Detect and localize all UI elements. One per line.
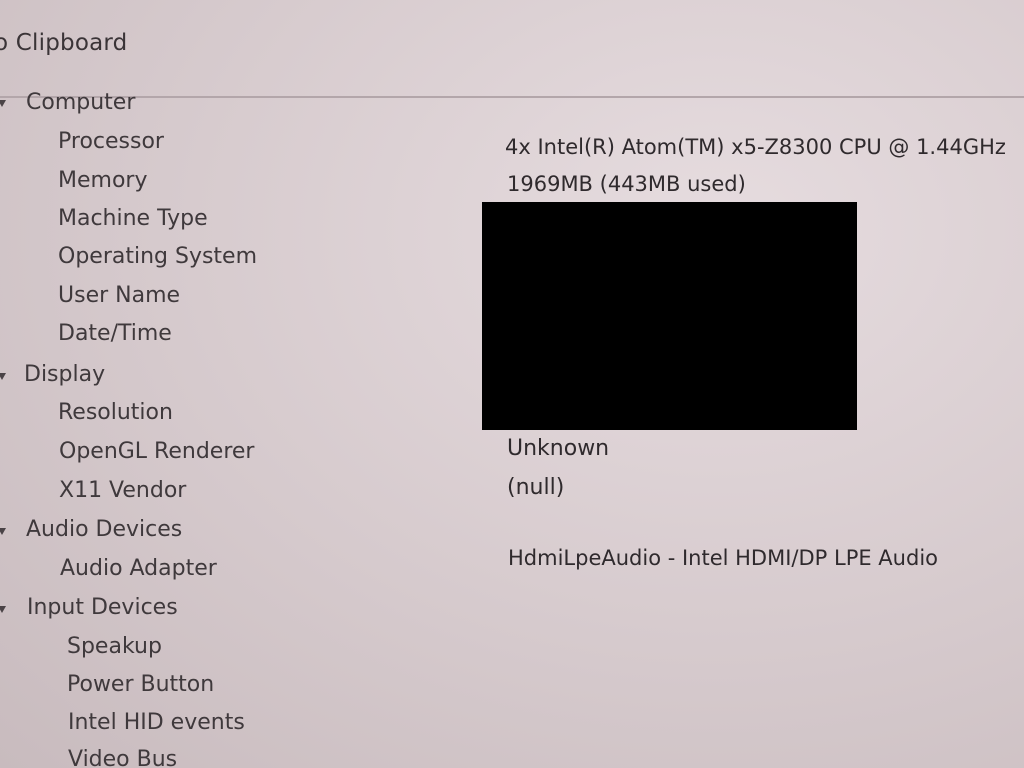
tree-row-video-bus[interactable]: Video Bus xyxy=(0,746,1024,768)
expander-triangle-icon[interactable] xyxy=(0,606,6,613)
tree-row-audio-adapter[interactable]: Audio Adapter HdmiLpeAudio - Intel HDMI/… xyxy=(0,546,1024,589)
item-label: Video Bus xyxy=(68,747,178,768)
tree-row-memory[interactable]: Memory 1969MB (443MB used) xyxy=(0,166,1024,200)
tree-row-processor[interactable]: Processor 4x Intel(R) Atom(TM) x5-Z8300 … xyxy=(0,127,1024,161)
item-label: OpenGL Renderer xyxy=(59,439,255,464)
item-label: Date/Time xyxy=(58,321,172,346)
item-value: 4x Intel(R) Atom(TM) x5-Z8300 CPU @ 1.44… xyxy=(505,135,1006,159)
item-label: Machine Type xyxy=(58,206,208,231)
expander-triangle-icon[interactable] xyxy=(0,373,6,380)
expander-triangle-icon[interactable] xyxy=(0,100,6,107)
item-value: (null) xyxy=(507,475,565,500)
tree-row-opengl-renderer[interactable]: OpenGL Renderer Unknown xyxy=(0,436,1024,472)
item-label: Processor xyxy=(58,129,164,154)
tree-row-speakup[interactable]: Speakup xyxy=(0,633,1024,667)
item-value: HdmiLpeAudio - Intel HDMI/DP LPE Audio xyxy=(508,546,938,570)
expander-triangle-icon[interactable] xyxy=(0,528,6,535)
tree-row-power-button[interactable]: Power Button xyxy=(0,671,1024,705)
category-audio-devices[interactable]: Audio Devices xyxy=(0,516,1024,550)
category-label: Display xyxy=(24,362,106,387)
tree-row-intel-hid-events[interactable]: Intel HID events xyxy=(0,709,1024,743)
item-label: Operating System xyxy=(58,244,258,269)
category-label: Audio Devices xyxy=(26,517,183,542)
item-label: Resolution xyxy=(58,400,173,425)
item-label: Power Button xyxy=(67,672,215,697)
item-label: X11 Vendor xyxy=(59,478,187,503)
redaction-box xyxy=(482,202,857,430)
category-label: Input Devices xyxy=(27,595,178,620)
item-label: Memory xyxy=(58,168,148,193)
item-value: 1969MB (443MB used) xyxy=(507,172,746,196)
item-label: Speakup xyxy=(67,634,162,659)
category-label: Computer xyxy=(26,90,136,115)
category-input-devices[interactable]: Input Devices xyxy=(0,594,1024,628)
item-label: Audio Adapter xyxy=(60,556,217,581)
item-label: Intel HID events xyxy=(68,710,245,735)
tree-row-x11-vendor[interactable]: X11 Vendor (null) xyxy=(0,475,1024,511)
category-computer[interactable]: Computer xyxy=(0,88,1024,122)
item-value: Unknown xyxy=(507,436,610,461)
item-label: User Name xyxy=(58,283,181,308)
